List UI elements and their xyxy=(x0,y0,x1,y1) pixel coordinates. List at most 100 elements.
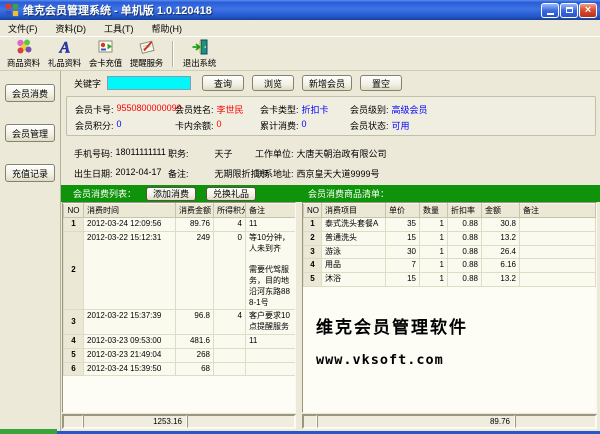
cell: 2012-03-24 12:09:56 xyxy=(84,218,176,232)
sidebar-item-recharge-records[interactable]: 充值记录 xyxy=(5,164,55,182)
cell: 4 xyxy=(304,259,322,273)
table-row[interactable]: 42012-03-23 09:53:00481.611 xyxy=(64,334,296,348)
search-input[interactable] xyxy=(107,76,191,90)
toolbar: 商品资料 A 礼品资料 会卡充值 提醒服务 退出系统 xyxy=(0,37,600,71)
table-row[interactable]: 1泰式洗头套餐A3510.8830.8 xyxy=(304,218,596,232)
cell: 2012-03-22 15:37:39 xyxy=(84,310,176,335)
column-header: 消费金额 xyxy=(176,204,214,218)
clear-button[interactable]: 置空 xyxy=(360,75,402,91)
cell: 1 xyxy=(420,273,448,287)
title-bar: 维克会员管理系统 - 单机版 1.0.120418 × xyxy=(0,0,600,20)
toolbar-label: 会卡充值 xyxy=(89,57,122,69)
column-header: 单价 xyxy=(386,204,420,218)
tables-area: NO消费时间消费金额所得积分备注12012-03-24 12:09:5689.7… xyxy=(62,202,597,413)
main-panel: 关键字 查询 浏览 新增会员 置空 会员卡号:9550800000099 会员姓… xyxy=(61,71,600,434)
table-row[interactable]: 3游泳3010.8826.4 xyxy=(304,245,596,259)
cell xyxy=(520,259,596,273)
keyword-label: 关键字 xyxy=(74,77,101,90)
cell: 68 xyxy=(176,362,214,376)
gift-icon: A xyxy=(56,38,74,56)
browse-button[interactable]: 浏览 xyxy=(252,75,294,91)
consume-list-title: 会员消费列表： xyxy=(73,187,136,200)
cell: 4 xyxy=(214,310,246,335)
add-consume-button[interactable]: 添加消费 xyxy=(146,187,196,201)
column-header: 折扣率 xyxy=(448,204,482,218)
toolbar-reminder-button[interactable]: 提醒服务 xyxy=(126,38,167,69)
product-table: 维克会员管理软件 www.vksoft.com NO消费项目单价数量折扣率金额备… xyxy=(302,202,597,413)
menu-item-data[interactable]: 资料(D) xyxy=(56,22,87,35)
cell: 1 xyxy=(64,218,84,232)
phone-value: 18011111111 xyxy=(116,147,166,160)
column-header: 金额 xyxy=(482,204,520,218)
add-member-button[interactable]: 新增会员 xyxy=(302,75,352,91)
card-no-label: 会员卡号: xyxy=(75,103,114,116)
column-header: 备注 xyxy=(520,204,596,218)
job-label: 职务: xyxy=(168,147,189,160)
table-row[interactable]: 2普通洗头1510.8813.2 xyxy=(304,231,596,245)
close-button[interactable]: × xyxy=(579,3,597,18)
window-title: 维克会员管理系统 - 单机版 1.0.120418 xyxy=(23,2,540,18)
phone-label: 手机号码: xyxy=(74,147,113,160)
search-row: 关键字 查询 浏览 新增会员 置空 xyxy=(61,71,600,95)
card-recharge-icon xyxy=(97,38,115,56)
card-type-value: 折扣卡 xyxy=(302,103,329,116)
table-row[interactable]: 32012-03-22 15:37:3996.84客户要求10点提醒服务 xyxy=(64,310,296,335)
query-button[interactable]: 查询 xyxy=(202,75,244,91)
cell: 1 xyxy=(420,231,448,245)
bottom-green-segment xyxy=(0,429,57,434)
cell: 249 xyxy=(176,231,214,310)
cell: 2 xyxy=(304,231,322,245)
cell: 0.88 xyxy=(448,245,482,259)
table-row[interactable]: 52012-03-23 21:49:04268 xyxy=(64,348,296,362)
balance-value: 0 xyxy=(217,119,222,132)
sidebar-item-member-consume[interactable]: 会员消费 xyxy=(5,84,55,102)
toolbar-label: 提醒服务 xyxy=(130,57,163,69)
member-name-value: 李世民 xyxy=(217,103,244,116)
cell: 6 xyxy=(64,362,84,376)
cell: 0.88 xyxy=(448,231,482,245)
points-label: 会员积分: xyxy=(75,119,114,132)
toolbar-goods-button[interactable]: 商品资料 xyxy=(3,38,44,69)
minimize-button[interactable] xyxy=(541,3,559,18)
table-row[interactable]: 22012-03-22 15:12:312490等10分钟，人未到齐 需要代驾服… xyxy=(64,231,296,310)
table-row[interactable]: 12012-03-24 12:09:5689.76411 xyxy=(64,218,296,232)
consume-total-value: 1253.16 xyxy=(83,415,187,428)
cell: 1 xyxy=(420,245,448,259)
section-header-bar: 会员消费列表： 添加消费 兑换礼品 会员消费商品清单： xyxy=(61,185,600,202)
table-row[interactable]: 62012-03-24 15:39:5068 xyxy=(64,362,296,376)
member-level-label: 会员级别: xyxy=(350,103,389,116)
table-row[interactable]: 4用品710.886.16 xyxy=(304,259,596,273)
restore-button[interactable] xyxy=(560,3,578,18)
sidebar-item-member-manage[interactable]: 会员管理 xyxy=(5,124,55,142)
member-level-value: 高级会员 xyxy=(392,103,428,116)
cell: 普通洗头 xyxy=(322,231,386,245)
cell xyxy=(520,273,596,287)
points-value: 0 xyxy=(117,119,122,132)
toolbar-gifts-button[interactable]: A 礼品资料 xyxy=(44,38,85,69)
menu-item-file[interactable]: 文件(F) xyxy=(8,22,38,35)
exchange-gift-button[interactable]: 兑换礼品 xyxy=(206,187,256,201)
menu-item-help[interactable]: 帮助(H) xyxy=(152,22,183,35)
toolbar-recharge-button[interactable]: 会卡充值 xyxy=(85,38,126,69)
toolbar-label: 礼品资料 xyxy=(48,57,81,69)
cell: 6.16 xyxy=(482,259,520,273)
birth-value: 2012-04-17 xyxy=(116,167,162,180)
total-consume-value: 0 xyxy=(302,119,307,132)
cell: 2 xyxy=(64,231,84,310)
table-row[interactable]: 5沐浴1510.8813.2 xyxy=(304,273,596,287)
menu-item-tools[interactable]: 工具(T) xyxy=(104,22,134,35)
contact-info: 手机号码:18011111111 职务:天子 工作单位:大唐天朝治政有限公司 出… xyxy=(74,143,600,183)
cell: 游泳 xyxy=(322,245,386,259)
cell: 0 xyxy=(214,231,246,310)
cell: 用品 xyxy=(322,259,386,273)
cell xyxy=(214,334,246,348)
cell: 2012-03-23 09:53:00 xyxy=(84,334,176,348)
cell xyxy=(214,362,246,376)
watermark-title: 维克会员管理软件 xyxy=(316,313,468,338)
reminder-icon xyxy=(138,38,156,56)
toolbar-exit-button[interactable]: 退出系统 xyxy=(179,38,220,69)
cell: 96.8 xyxy=(176,310,214,335)
cell xyxy=(246,362,296,376)
member-info-panel: 会员卡号:9550800000099 会员姓名:李世民 会卡类型:折扣卡 会员级… xyxy=(66,96,596,136)
member-status-label: 会员状态: xyxy=(350,119,389,132)
